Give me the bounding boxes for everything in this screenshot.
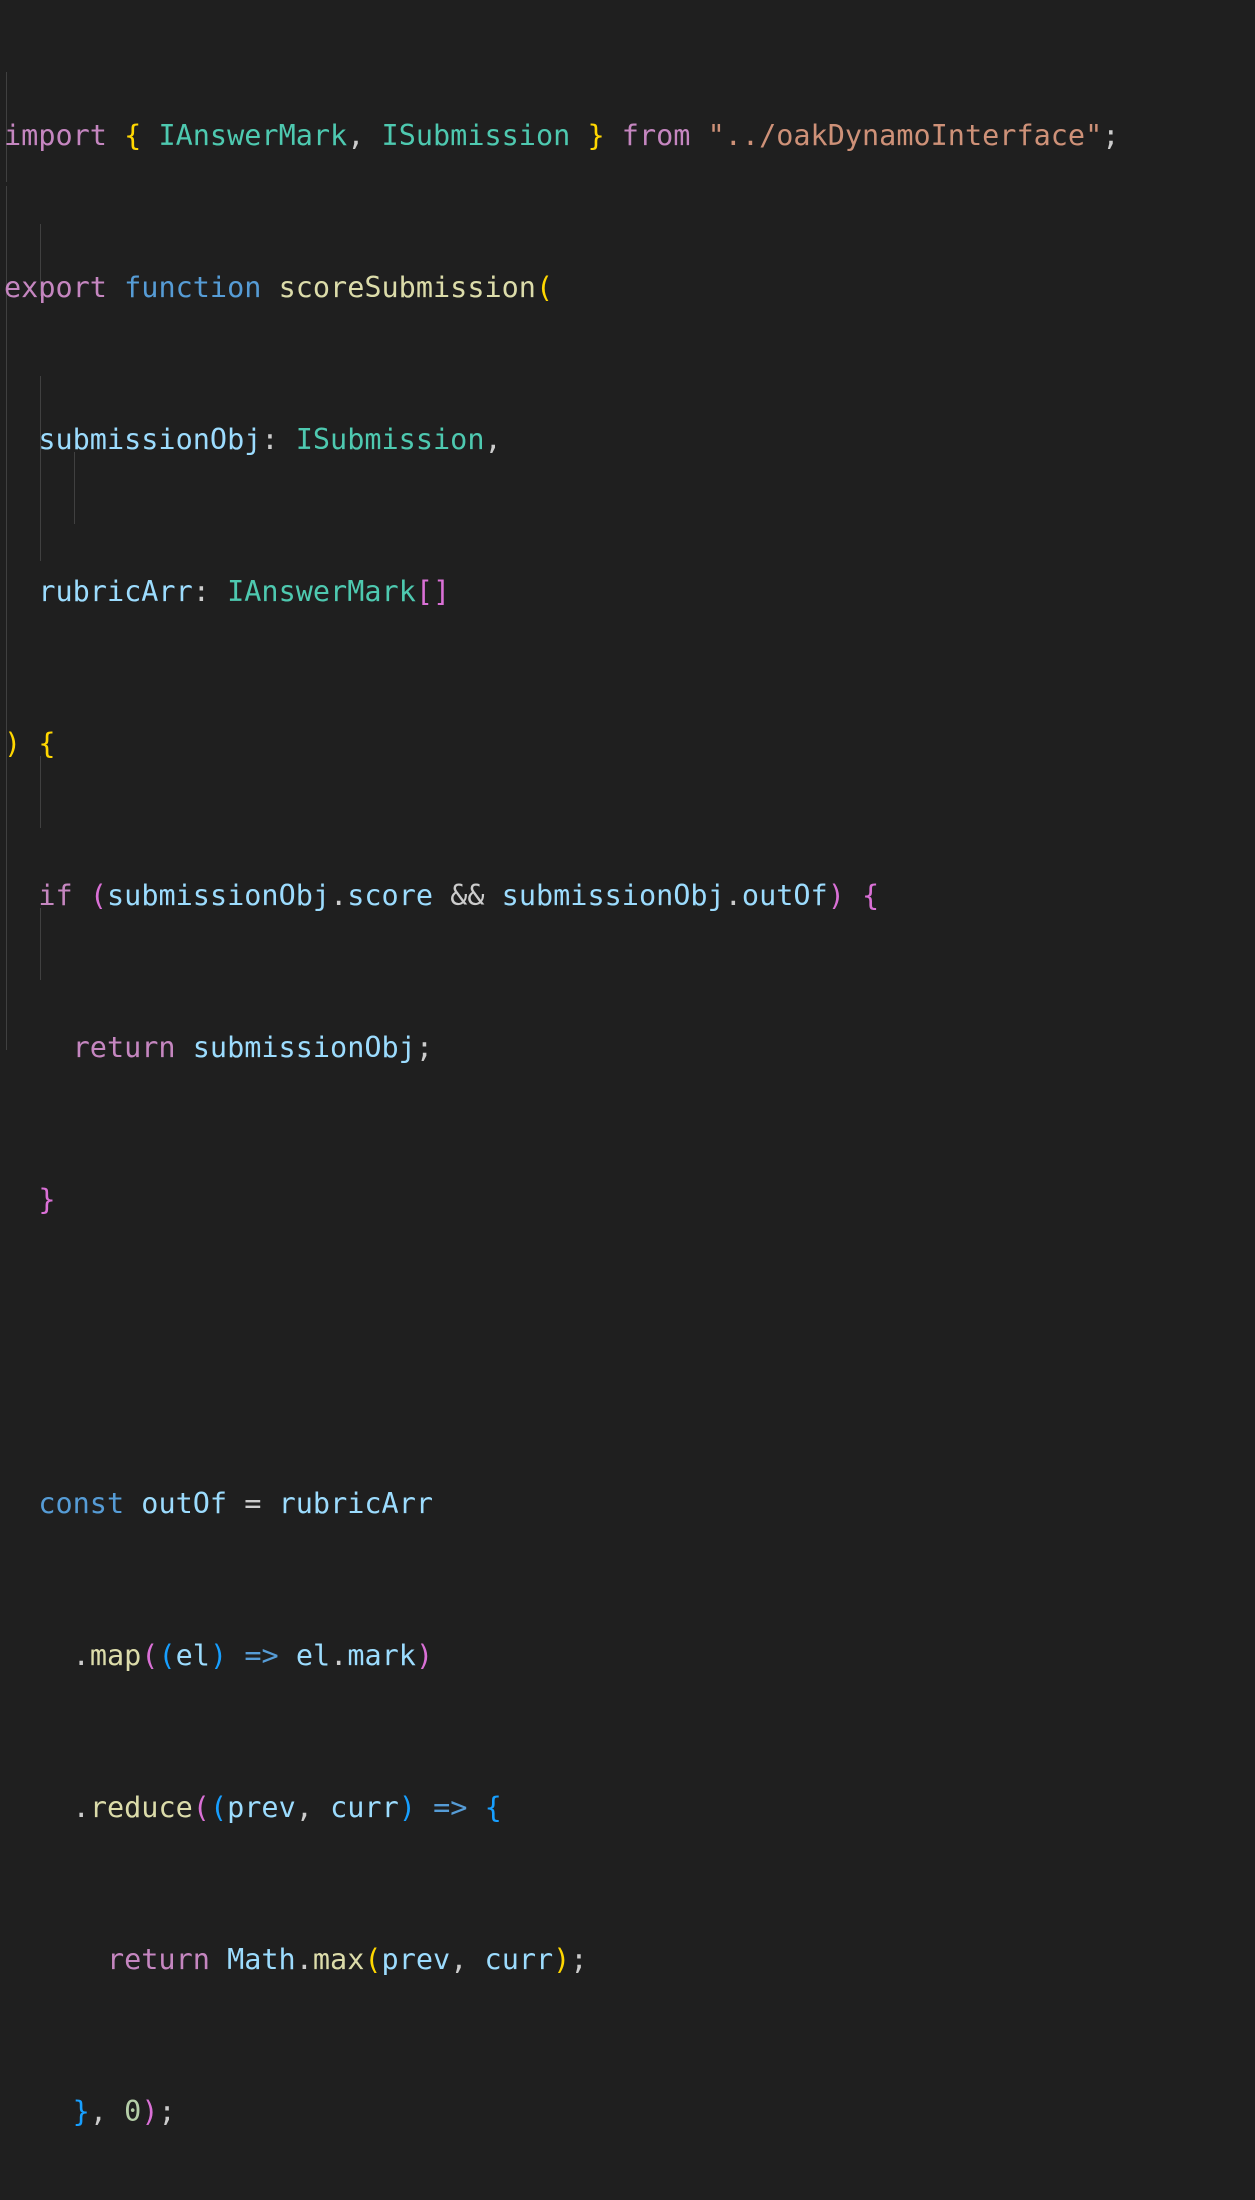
property-outof: outOf — [741, 879, 828, 912]
identifier-math: Math — [227, 1943, 296, 1976]
code-line-9-blank[interactable] — [4, 1333, 1255, 1371]
paren-open: ( — [158, 1639, 176, 1672]
method-max: max — [312, 1943, 365, 1976]
identifier-submissionobj: submissionObj — [107, 879, 331, 912]
comma: , — [484, 423, 502, 456]
comma: , — [89, 2095, 107, 2128]
paren-open: ( — [141, 1639, 159, 1672]
code-line-14[interactable]: }, 0); — [4, 2093, 1255, 2131]
keyword-export: export — [4, 271, 107, 304]
code-line-6[interactable]: if (submissionObj.score && submissionObj… — [4, 877, 1255, 915]
logical-and: && — [433, 879, 502, 912]
code-line-10[interactable]: const outOf = rubricArr — [4, 1485, 1255, 1523]
keyword-import: import — [4, 119, 107, 152]
param-el: el — [175, 1639, 210, 1672]
variable-outof: outOf — [141, 1487, 228, 1520]
semicolon: ; — [415, 1031, 433, 1064]
identifier-submissionobj: submissionObj — [501, 879, 725, 912]
paren-close: ) — [415, 1639, 434, 1672]
brace-open: { — [38, 727, 56, 760]
param-rubricarr: rubricArr — [38, 575, 193, 608]
code-line-2[interactable]: export function scoreSubmission( — [4, 269, 1255, 307]
dot: . — [724, 879, 742, 912]
arrow-operator: => — [244, 1639, 279, 1672]
imported-symbol-isubmission: ISubmission — [364, 119, 588, 152]
number-zero: 0 — [124, 2095, 142, 2128]
dot: . — [72, 1791, 90, 1824]
semicolon: ; — [570, 1943, 588, 1976]
assignment-operator: = — [244, 1487, 262, 1520]
code-line-13[interactable]: return Math.max(prev, curr); — [4, 1941, 1255, 1979]
comma: , — [450, 1943, 468, 1976]
paren-close: ) — [141, 2095, 159, 2128]
array-brackets: [] — [415, 575, 451, 608]
keyword-function: function — [124, 271, 262, 304]
code-line-3[interactable]: submissionObj: ISubmission, — [4, 421, 1255, 459]
dot: . — [295, 1943, 313, 1976]
arrow-operator: => — [433, 1791, 468, 1824]
paren-open: ( — [192, 1791, 210, 1824]
paren-close: ) — [827, 879, 845, 912]
param-curr: curr — [330, 1791, 399, 1824]
code-line-4[interactable]: rubricArr: IAnswerMark[] — [4, 573, 1255, 611]
source-code-block[interactable]: import { IAnswerMark, ISubmission } from… — [4, 3, 1255, 2200]
identifier-el: el — [295, 1639, 331, 1672]
paren-close: ) — [398, 1791, 416, 1824]
identifier-submissionobj: submissionObj — [192, 1031, 416, 1064]
param-prev: prev — [227, 1791, 296, 1824]
function-name-scoresubmission: scoreSubmission — [278, 271, 536, 304]
paren-open: ( — [364, 1943, 382, 1976]
keyword-return: return — [72, 1031, 176, 1064]
code-line-8[interactable]: } — [4, 1181, 1255, 1219]
brace-close: } — [587, 119, 605, 152]
type-isubmission: ISubmission — [295, 423, 485, 456]
method-reduce: reduce — [89, 1791, 193, 1824]
brace-close: } — [72, 2095, 90, 2128]
code-line-11[interactable]: .map((el) => el.mark) — [4, 1637, 1255, 1675]
argument-curr: curr — [484, 1943, 554, 1976]
code-line-5[interactable]: ) { — [4, 725, 1255, 763]
keyword-if: if — [38, 879, 73, 912]
code-line-1[interactable]: import { IAnswerMark, ISubmission } from… — [4, 117, 1255, 155]
imported-symbol-ianswermark: IAnswerMark — [141, 119, 348, 152]
property-score: score — [347, 879, 434, 912]
code-line-12[interactable]: .reduce((prev, curr) => { — [4, 1789, 1255, 1827]
paren-close: ) — [4, 727, 22, 760]
brace-close: } — [38, 1183, 56, 1216]
dot: . — [330, 1639, 348, 1672]
brace-open: { — [862, 879, 880, 912]
identifier-rubricarr: rubricArr — [278, 1487, 434, 1520]
paren-open: ( — [209, 1791, 228, 1824]
comma: , — [347, 119, 365, 152]
colon: : — [192, 575, 210, 608]
paren-open: ( — [535, 271, 554, 304]
keyword-return: return — [106, 1943, 210, 1976]
property-mark: mark — [347, 1639, 416, 1672]
import-module-path: "../oakDynamoInterface" — [707, 119, 1103, 152]
keyword-const: const — [38, 1487, 125, 1520]
brace-open: { — [484, 1791, 502, 1824]
paren-close: ) — [209, 1639, 228, 1672]
dot: . — [72, 1639, 90, 1672]
colon: : — [261, 423, 279, 456]
paren-open: ( — [89, 879, 107, 912]
type-ianswermark: IAnswerMark — [227, 575, 416, 608]
brace-open: { — [124, 119, 142, 152]
semicolon: ; — [158, 2095, 176, 2128]
code-line-7[interactable]: return submissionObj; — [4, 1029, 1255, 1067]
paren-close: ) — [553, 1943, 571, 1976]
code-editor-viewport[interactable]: import { IAnswerMark, ISubmission } from… — [0, 0, 1255, 2128]
argument-prev: prev — [381, 1943, 451, 1976]
keyword-from: from — [621, 119, 691, 152]
param-submissionobj: submissionObj — [38, 423, 262, 456]
comma: , — [295, 1791, 313, 1824]
dot: . — [330, 879, 348, 912]
semicolon: ; — [1102, 119, 1120, 152]
method-map: map — [89, 1639, 142, 1672]
